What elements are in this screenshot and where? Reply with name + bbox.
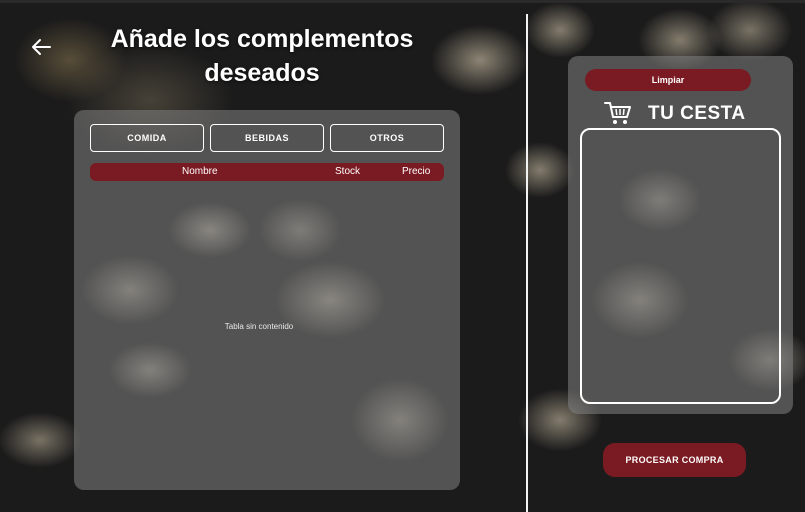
window-top-border bbox=[0, 0, 805, 3]
category-tab-comida[interactable]: COMIDA bbox=[90, 124, 204, 152]
basket-title: TU CESTA bbox=[648, 103, 746, 124]
products-panel: COMIDA BEBIDAS OTROS Nombre Stock Precio… bbox=[74, 110, 460, 490]
app-screen: Añade los complementos deseados COMIDA B… bbox=[0, 0, 805, 512]
shopping-cart-icon bbox=[604, 100, 632, 126]
category-tab-bebidas[interactable]: BEBIDAS bbox=[210, 124, 324, 152]
basket-items-list[interactable] bbox=[580, 128, 781, 404]
table-header: Nombre Stock Precio bbox=[90, 163, 444, 181]
process-purchase-button[interactable]: PROCESAR COMPRA bbox=[603, 443, 746, 477]
column-header-nombre[interactable]: Nombre bbox=[182, 166, 218, 177]
clear-basket-button[interactable]: Limpiar bbox=[585, 69, 751, 91]
arrow-left-icon[interactable] bbox=[30, 36, 52, 58]
section-divider bbox=[526, 14, 528, 512]
column-header-precio[interactable]: Precio bbox=[402, 166, 430, 177]
page-title: Añade los complementos deseados bbox=[110, 25, 414, 87]
column-header-stock[interactable]: Stock bbox=[335, 166, 360, 177]
table-empty-message: Tabla sin contenido bbox=[224, 322, 294, 331]
category-tab-otros[interactable]: OTROS bbox=[330, 124, 444, 152]
